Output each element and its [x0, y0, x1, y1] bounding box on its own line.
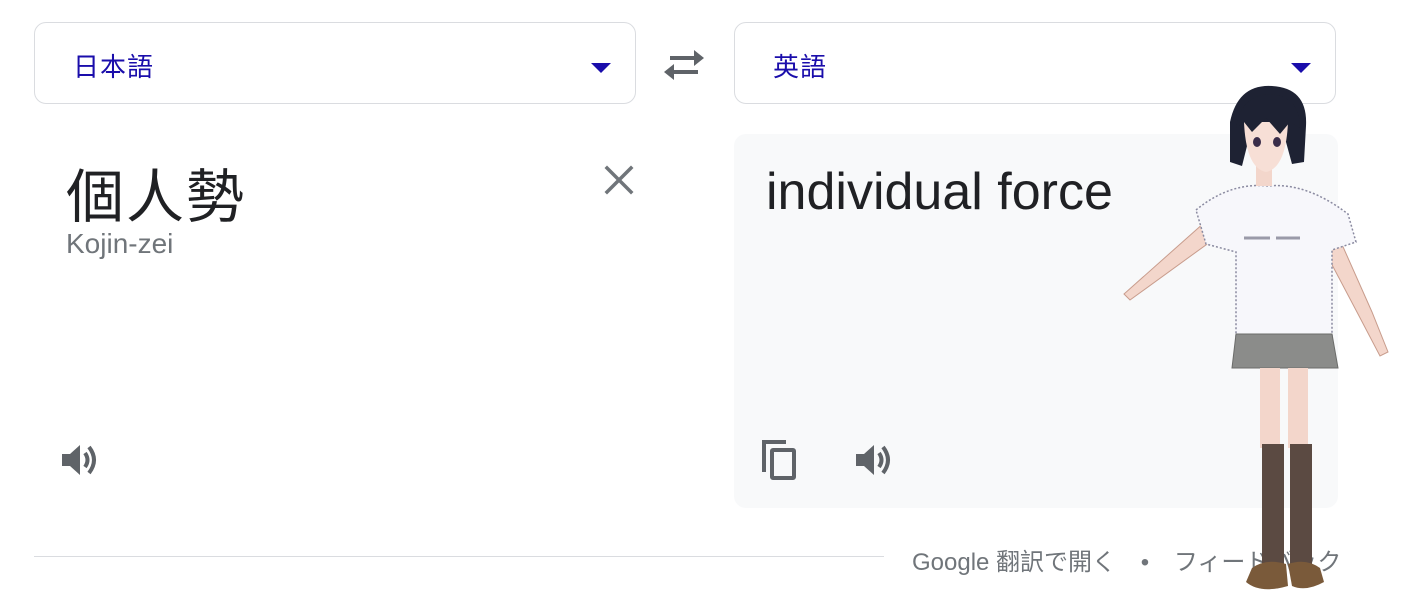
translated-text: individual force	[766, 163, 1113, 221]
footer-links: Google 翻訳で開く • フィードバック	[912, 542, 1341, 577]
translation-result-panel: individual force	[734, 134, 1338, 508]
open-in-google-translate-link[interactable]: Google 翻訳で開く	[912, 549, 1116, 576]
footer-divider	[34, 556, 884, 557]
copy-translation-button[interactable]	[756, 436, 804, 484]
source-listen-button[interactable]	[58, 438, 102, 482]
feedback-link[interactable]: フィードバック	[1174, 549, 1342, 576]
footer-separator: •	[1140, 549, 1150, 576]
target-language-label: 英語	[773, 52, 828, 82]
clear-source-button[interactable]	[598, 158, 642, 202]
translation-listen-button[interactable]	[852, 438, 896, 482]
translate-widget: 日本語 英語 個人勢 Kojin-zei individual force Go…	[0, 0, 1428, 616]
source-text[interactable]: 個人勢	[66, 150, 246, 234]
target-language-select[interactable]: 英語	[734, 22, 1336, 104]
chevron-down-icon	[591, 63, 611, 73]
speaker-icon	[856, 445, 890, 475]
swap-languages-button[interactable]	[660, 44, 708, 88]
source-language-label: 日本語	[73, 52, 155, 82]
swap-arrows-icon	[664, 50, 704, 80]
source-language-select[interactable]: 日本語	[34, 22, 636, 104]
chevron-down-icon	[1291, 63, 1311, 73]
copy-icon	[762, 440, 796, 480]
source-romanization: Kojin-zei	[66, 228, 174, 259]
speaker-icon	[62, 445, 96, 475]
close-icon	[604, 165, 634, 195]
